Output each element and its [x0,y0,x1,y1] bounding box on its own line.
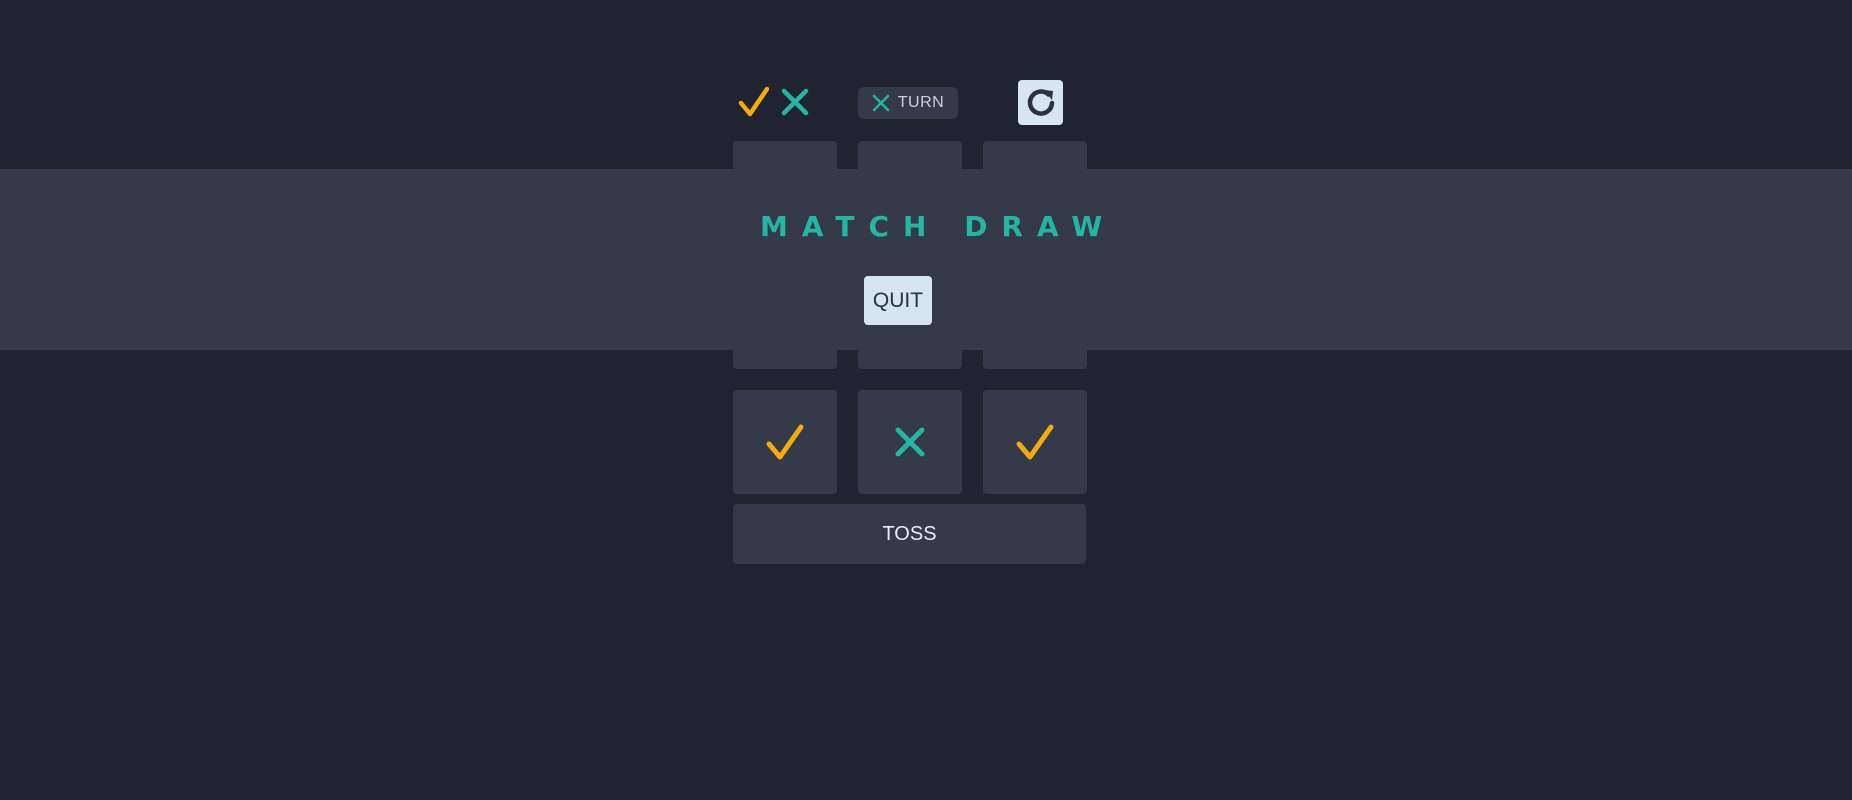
check-icon [738,86,770,117]
restart-icon [1027,88,1054,116]
check-icon [1016,424,1054,460]
board-cell[interactable] [983,390,1087,494]
turn-indicator: TURN [858,87,958,119]
x-icon [781,88,809,116]
turn-label: TURN [897,94,945,111]
game-logo [738,83,810,121]
check-icon [766,424,804,460]
quit-button[interactable]: QUIT [864,276,932,325]
x-icon [895,427,925,457]
x-icon [872,94,890,112]
game-screen: TURN TOSS MATCH DRAW QUIT [0,0,1852,800]
restart-button[interactable] [1018,80,1063,125]
board-cell[interactable] [858,390,962,494]
toss-button[interactable]: TOSS [733,504,1086,564]
board-cell[interactable] [733,390,837,494]
result-title: MATCH DRAW [760,210,1117,243]
